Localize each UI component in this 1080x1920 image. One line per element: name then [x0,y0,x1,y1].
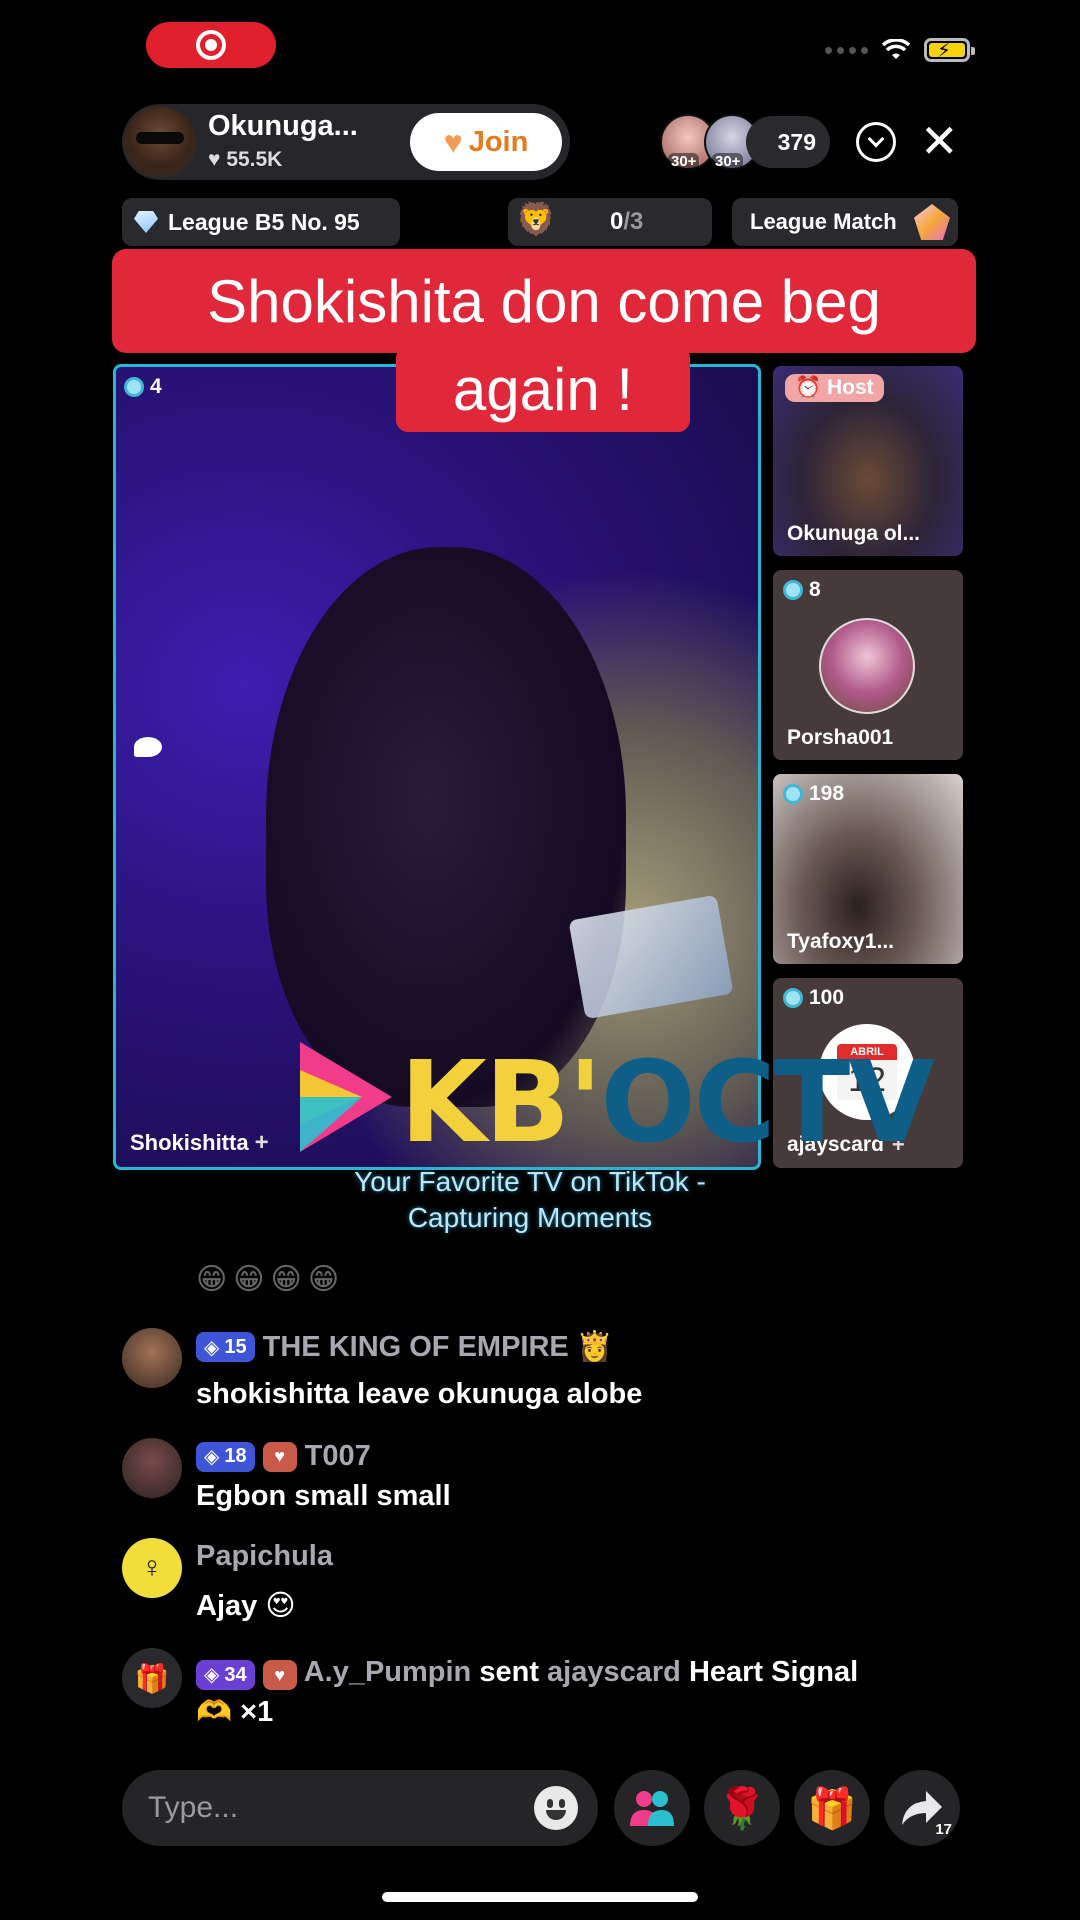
heart-badge-icon: ♥ [262,1441,297,1472]
gift-button[interactable]: 🎁 [794,1770,870,1846]
record-icon [196,30,226,60]
host-avatar[interactable] [124,106,196,178]
guest-avatar [819,618,915,714]
progress-total: /3 [623,208,644,235]
emoji-icon[interactable] [534,1786,578,1830]
people-icon [630,1791,674,1826]
join-label: Join [468,125,529,158]
guest-score: 198 [783,782,844,806]
chat-text: shokishitta leave okunuga alobe [196,1378,643,1410]
guest-tile-name: Okunuga ol... [787,522,921,545]
chat-username[interactable]: T007 [305,1440,371,1473]
guest-score: 8 [783,578,821,602]
diamond-icon [134,211,158,233]
score-icon [783,784,803,804]
avatar[interactable]: ♀ [122,1538,182,1598]
comment-input[interactable] [148,1770,528,1846]
home-indicator[interactable] [382,1892,698,1902]
gift-sender[interactable]: A.y_Pumpin [304,1656,472,1688]
battery-charging-icon: ⚡ [924,38,975,62]
heart-plus-icon: ♥ [443,123,463,160]
comment-input-container[interactable] [122,1770,598,1846]
share-count: 17 [935,1821,952,1838]
host-likes-count: 55.5K [226,148,283,171]
guest-score: 100 [783,986,844,1010]
gift-verb: sent [479,1656,539,1688]
guest-tile[interactable]: 198 Tyafoxy1... [773,774,963,964]
caption-line-2: again ! [396,346,690,432]
avatar[interactable] [122,1438,182,1498]
league-text: League B5 No. 95 [168,208,360,235]
collapse-button[interactable] [856,122,896,162]
host-name: Okunuga... [208,110,358,142]
guest-tile-name: Porsha001 [787,726,894,749]
progress-done: 0 [610,208,624,235]
guest-tile[interactable]: 8 Porsha001 [773,570,963,760]
trophy-icon [914,204,950,240]
guest-tile-host[interactable]: ⏰ Host Okunuga ol... [773,366,963,556]
chat-text: Egbon small small [196,1480,451,1512]
share-button[interactable]: 17 [884,1770,960,1846]
watermark-logo-text: KB'OCTV [400,1038,935,1168]
host-likes: ♥ 55.5K [208,148,283,171]
level-badge: ◈ 34 [196,1660,255,1690]
chat-text: Ajay 😍 [196,1590,296,1622]
close-icon[interactable]: ✕ [920,116,959,166]
wifi-icon [882,39,910,59]
join-button[interactable]: ♥ Join [410,113,562,171]
faded-chat-emojis: 😁😁😁😁 [196,1263,346,1296]
guest-tile-name: Tyafoxy1... [787,930,894,953]
score-icon [783,988,803,1008]
rose-gift-button[interactable]: 🌹 [704,1770,780,1846]
level-badge: ◈ 15 [196,1332,255,1362]
guest-name[interactable]: Shokishitta + [130,1129,269,1157]
gift-icon: 🎁 [122,1648,182,1708]
league-match-label: League Match [750,209,897,234]
speech-bubble-icon [134,737,162,757]
match-progress[interactable]: 🦁 0/3 [508,198,712,246]
level-badge: ◈ 18 [196,1441,255,1472]
avatar[interactable] [122,1328,182,1388]
lion-icon: 🦁 [516,201,556,237]
viewer-count[interactable]: 379 [746,116,830,168]
gift-box-icon: 🎁 [807,1786,857,1831]
gift-recipient[interactable]: ajayscard [547,1656,681,1688]
chat-username[interactable]: Papichula [196,1540,333,1573]
guests-button[interactable] [614,1770,690,1846]
rose-icon: 🌹 [717,1786,767,1831]
caption-line-1: Shokishita don come beg [112,249,976,353]
heart-badge-icon: ♥ [262,1660,297,1690]
chat-username[interactable]: THE KING OF EMPIRE 👸 [263,1330,613,1364]
cellular-signal-icon [825,46,868,54]
host-tag: ⏰ Host [785,374,884,402]
chevron-down-icon [867,130,885,148]
screen-record-indicator[interactable] [146,22,276,68]
gift-count: ×1 [240,1696,274,1728]
league-match-button[interactable]: League Match [732,198,958,246]
host-info-bar[interactable]: Okunuga... ♥ 55.5K ♥ Join [122,104,570,180]
watermark-tagline: Your Favorite TV on TikTok - Capturing M… [354,1166,706,1233]
follow-plus-icon[interactable]: + [255,1129,269,1157]
score-icon [783,580,803,600]
heart-hands-icon: 🫶 [196,1696,233,1728]
gift-name: Heart Signal [688,1656,859,1688]
league-badge[interactable]: League B5 No. 95 [122,198,400,246]
guest-score: 4 [124,375,162,399]
score-icon [124,377,144,397]
play-logo-icon [300,1042,392,1152]
status-bar-right: ⚡ [825,38,975,62]
